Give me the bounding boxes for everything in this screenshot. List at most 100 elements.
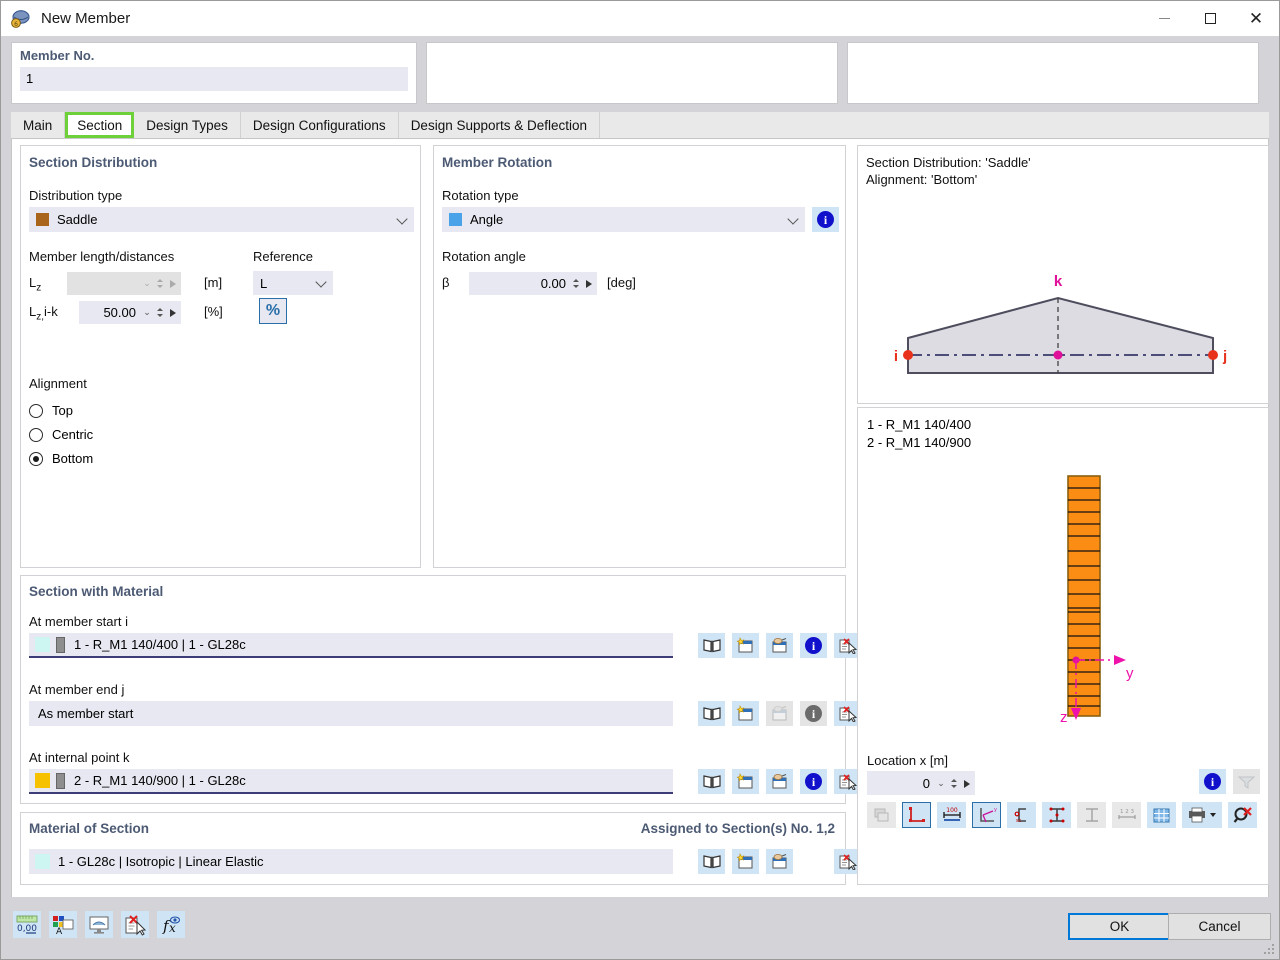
reference-label: Reference <box>253 249 313 264</box>
lz-apply-icon <box>165 276 181 291</box>
footer-toolbar: 0,00 A fx <box>13 911 185 938</box>
library-button[interactable] <box>698 633 725 658</box>
tab-main[interactable]: Main <box>11 112 65 138</box>
beta-stepper[interactable] <box>570 279 581 288</box>
zoom-reset-icon[interactable] <box>1228 802 1257 828</box>
beta-apply-icon[interactable] <box>581 276 597 291</box>
section-distribution-title: Section Distribution <box>29 155 157 170</box>
resize-grip[interactable] <box>1263 943 1275 955</box>
formula-icon[interactable]: fx <box>157 911 185 938</box>
lz-input: ⌄ <box>67 272 181 295</box>
ok-button[interactable]: OK <box>1068 913 1171 940</box>
location-x-value: 0 <box>867 776 934 791</box>
beta-label: β <box>442 275 449 290</box>
delete-assignment-icon[interactable] <box>121 911 149 938</box>
section-info-button[interactable]: i <box>800 633 827 658</box>
beta-input[interactable]: 0.00 <box>469 272 597 295</box>
numbering-icon: 1 2 3 <box>1112 802 1141 828</box>
svg-text:100: 100 <box>946 807 958 814</box>
cancel-button[interactable]: Cancel <box>1168 913 1271 940</box>
alignment-option-bottom[interactable]: Bottom <box>29 451 93 466</box>
svg-text:6: 6 <box>14 21 18 28</box>
member-start-actions: i <box>698 633 861 658</box>
rotation-type-combo[interactable]: Angle <box>442 207 805 232</box>
member-preview-panel: Section Distribution: 'Saddle' Alignment… <box>857 145 1269 404</box>
maximize-button[interactable] <box>1187 1 1233 36</box>
location-x-apply-icon[interactable] <box>959 776 975 791</box>
new-material-button[interactable] <box>732 849 759 874</box>
info-icon: i <box>805 705 822 722</box>
preview-info-button[interactable]: i <box>1199 769 1226 794</box>
display-properties-icon[interactable]: A <box>49 911 77 938</box>
percent-toggle-button[interactable]: % <box>259 298 287 324</box>
lzik-apply-icon[interactable] <box>165 305 181 320</box>
stress-points-icon[interactable] <box>1042 802 1071 828</box>
visual-settings-icon[interactable] <box>85 911 113 938</box>
import-section-button[interactable] <box>766 633 793 658</box>
info-icon: i <box>805 637 822 654</box>
material-combo[interactable]: 1 - GL28c | Isotropic | Linear Elastic <box>29 849 673 874</box>
alignment-option-top[interactable]: Top <box>29 403 93 418</box>
member-no-panel: Member No. 1 <box>11 42 417 104</box>
svg-text:k: k <box>1054 273 1063 290</box>
grid-icon[interactable] <box>1147 802 1176 828</box>
principal-axes-icon[interactable]: y <box>972 802 1001 828</box>
dialog-footer: 0,00 A fx OK Cancel <box>1 897 1279 959</box>
member-start-color-swatch <box>35 637 50 652</box>
tab-design-supports-deflection[interactable]: Design Supports & Deflection <box>399 112 600 138</box>
reference-combo[interactable]: L <box>253 271 333 295</box>
tab-design-types[interactable]: Design Types <box>134 112 241 138</box>
close-button[interactable]: ✕ <box>1233 1 1279 36</box>
radio-centric[interactable] <box>29 428 43 442</box>
import-section-button <box>766 701 793 726</box>
svg-text:y: y <box>1126 665 1134 682</box>
print-icon[interactable] <box>1182 802 1222 828</box>
section-info-button[interactable]: i <box>800 769 827 794</box>
material-of-section-title: Material of Section <box>29 821 149 836</box>
member-end-combo[interactable]: As member start <box>29 701 673 726</box>
preview-distribution-line: Section Distribution: 'Saddle' <box>866 154 1031 171</box>
material-info-placeholder <box>800 849 827 874</box>
internal-point-combo[interactable]: 2 - R_M1 140/900 | 1 - GL28c <box>29 769 673 794</box>
alignment-option-centric[interactable]: Centric <box>29 427 93 442</box>
library-button[interactable] <box>698 701 725 726</box>
lzik-stepper[interactable] <box>154 308 165 317</box>
distribution-type-combo[interactable]: Saddle <box>29 207 414 232</box>
measure-icon[interactable]: 100 <box>937 802 966 828</box>
minimize-button[interactable] <box>1141 1 1187 36</box>
svg-text:j: j <box>1222 348 1227 365</box>
material-value: 1 - GL28c | Isotropic | Linear Elastic <box>58 854 263 869</box>
member-no-input[interactable]: 1 <box>20 67 408 91</box>
preview-filter-button <box>1233 769 1260 794</box>
new-section-button[interactable] <box>732 701 759 726</box>
library-button[interactable] <box>698 849 725 874</box>
member-start-value: 1 - R_M1 140/400 | 1 - GL28c <box>74 637 246 652</box>
alignment-label: Alignment <box>29 376 87 391</box>
chevron-down-icon <box>787 213 798 224</box>
location-x-stepper[interactable] <box>948 779 959 788</box>
tab-section[interactable]: Section <box>65 112 134 138</box>
dimensions-icon[interactable] <box>902 802 931 828</box>
saddle-diagram: i j k <box>858 198 1268 398</box>
shear-center-icon[interactable]: sc <box>1007 802 1036 828</box>
new-section-button[interactable] <box>732 633 759 658</box>
library-button[interactable] <box>698 769 725 794</box>
section-preview-panel: 1 - R_M1 140/400 2 - R_M1 140/900 <box>857 407 1269 885</box>
chevron-down-icon: ⌄ <box>934 778 948 789</box>
section-shape-icon <box>56 773 65 789</box>
lzik-input[interactable]: 50.00 ⌄ <box>79 301 181 324</box>
rotation-type-info-button[interactable]: i <box>812 207 839 232</box>
import-material-button[interactable] <box>766 849 793 874</box>
location-x-label: Location x [m] <box>867 753 948 768</box>
import-section-button[interactable] <box>766 769 793 794</box>
member-end-value: As member start <box>38 706 133 721</box>
member-start-combo[interactable]: 1 - R_M1 140/400 | 1 - GL28c <box>29 633 673 658</box>
decimal-places-icon[interactable]: 0,00 <box>13 911 41 938</box>
location-x-input[interactable]: 0 ⌄ <box>867 771 975 795</box>
new-section-button[interactable] <box>732 769 759 794</box>
radio-bottom[interactable] <box>29 452 43 466</box>
lz-unit: [m] <box>204 275 222 290</box>
alignment-centric-label: Centric <box>52 427 93 442</box>
tab-design-configurations[interactable]: Design Configurations <box>241 112 399 138</box>
radio-top[interactable] <box>29 404 43 418</box>
